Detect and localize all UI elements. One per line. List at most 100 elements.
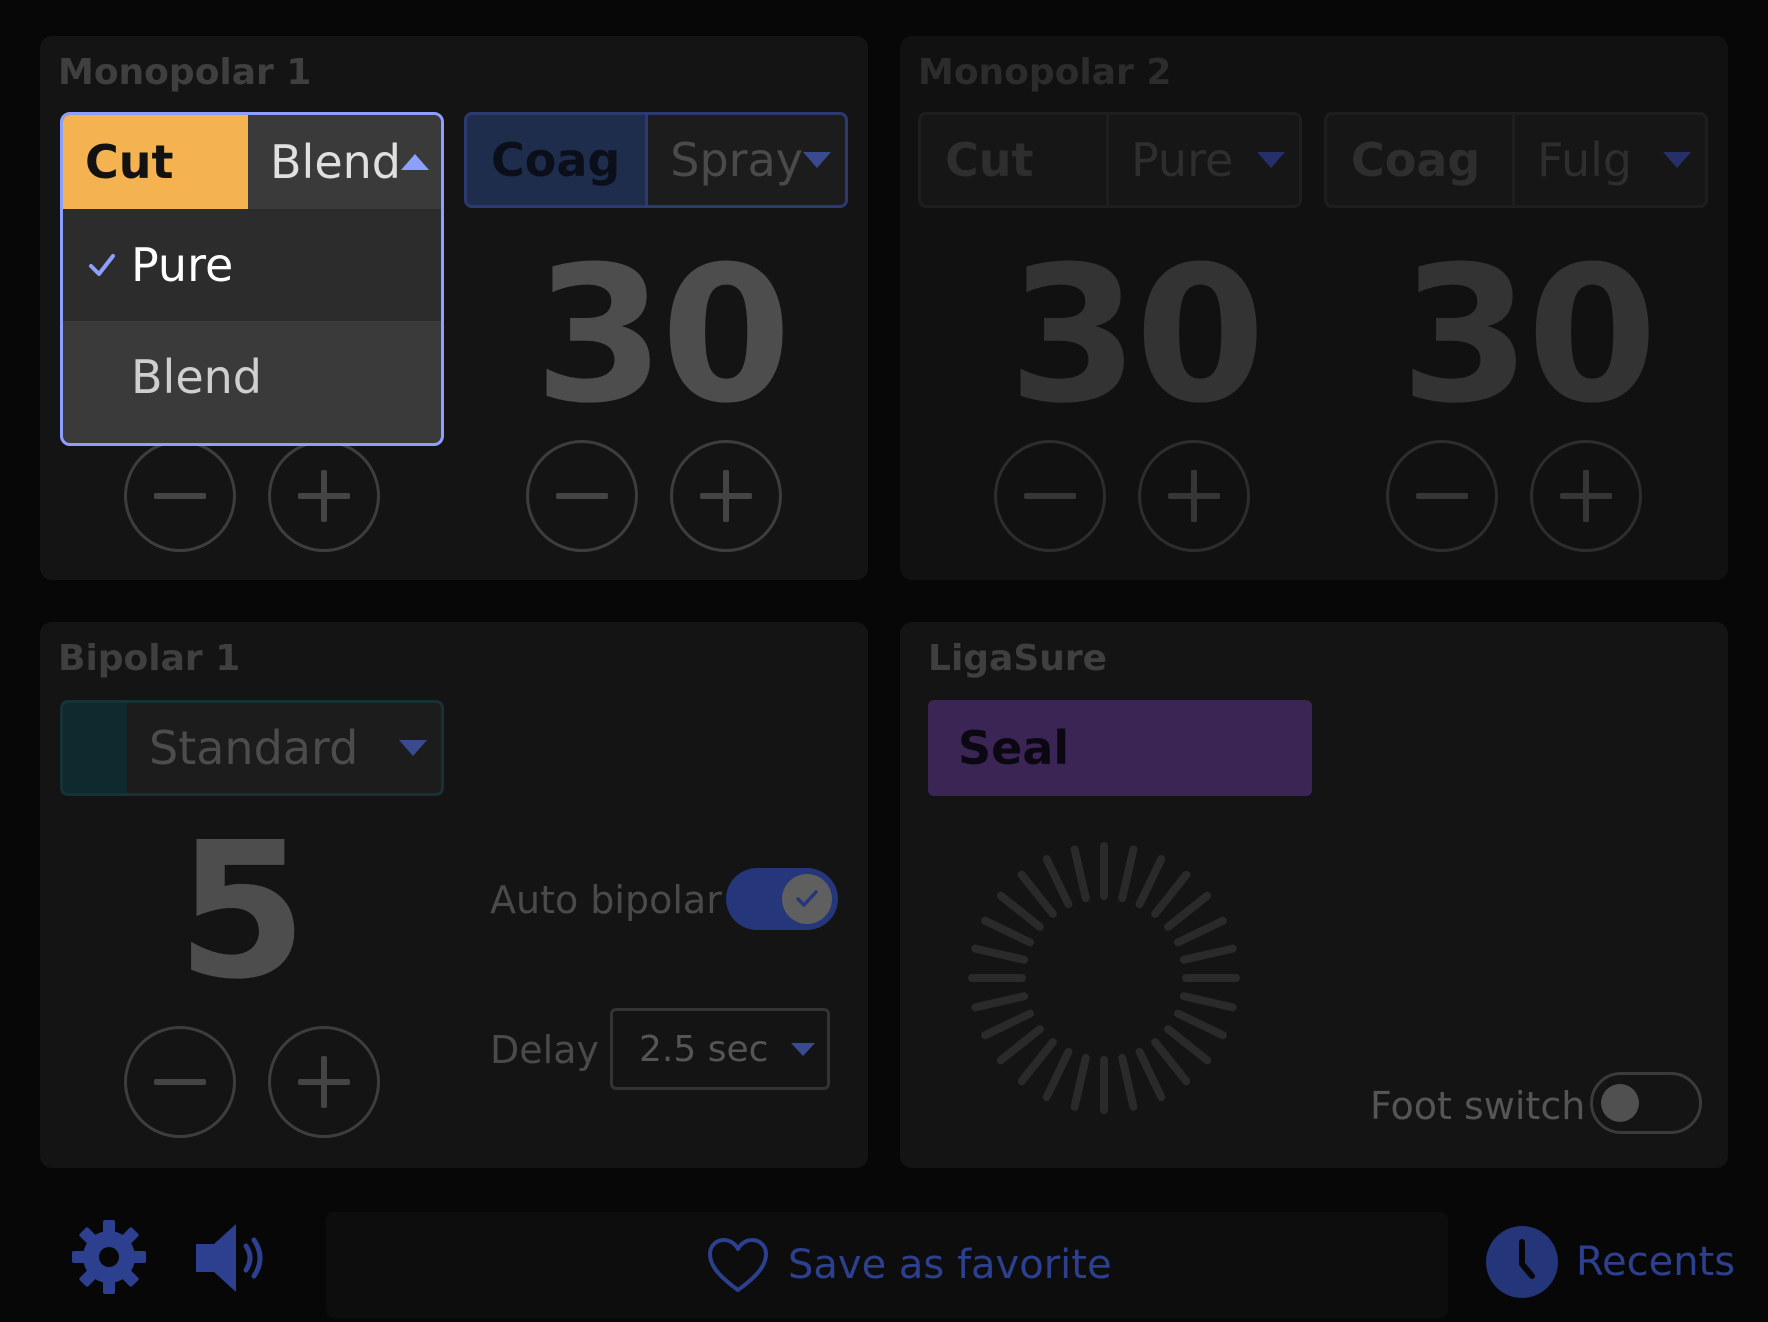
- checkmark-icon: [796, 890, 818, 907]
- spinner-tick: [1135, 855, 1166, 909]
- cut-mode-dropdown[interactable]: Pure: [1106, 115, 1299, 205]
- spinner-tick: [996, 891, 1044, 931]
- recents-label: Recents: [1576, 1239, 1736, 1285]
- spinner-tick: [1164, 1025, 1212, 1065]
- auto-bipolar-toggle[interactable]: [726, 868, 838, 930]
- bipolar-decrease-button[interactable]: [124, 1026, 236, 1138]
- chevron-down-icon: [1257, 152, 1285, 168]
- spinner-tick: [1017, 870, 1057, 918]
- spinner-tick: [1042, 855, 1073, 909]
- coag-power-value: 30: [1400, 226, 1658, 445]
- foot-switch-label: Foot switch: [1370, 1084, 1586, 1128]
- spinner-tick: [1070, 845, 1090, 903]
- cut-decrease-button[interactable]: [994, 440, 1106, 552]
- chevron-down-icon: [1663, 152, 1691, 168]
- cut-mode-value: Pure: [1131, 133, 1234, 187]
- coag-decrease-button[interactable]: [1386, 440, 1498, 552]
- spinner-tick: [1151, 870, 1191, 918]
- seal-mode-button[interactable]: Seal: [928, 700, 1312, 796]
- coag-mode-value: Fulg: [1537, 133, 1633, 187]
- loading-spinner-icon: [968, 842, 1240, 1114]
- delay-value: 2.5 sec: [639, 1028, 769, 1070]
- coag-label: Coag: [491, 133, 621, 187]
- favorite-label: Save as favorite: [788, 1242, 1112, 1288]
- bipolar-mode-dropdown[interactable]: Standard: [127, 703, 441, 793]
- panel-title: Monopolar 1: [58, 52, 312, 93]
- spinner-tick: [1042, 1047, 1073, 1101]
- spinner-tick: [1135, 1047, 1166, 1101]
- panel-title: LigaSure: [928, 638, 1108, 679]
- coag-mode-selector[interactable]: Coag Fulg: [1324, 112, 1708, 208]
- cut-mode-selector[interactable]: Cut Pure: [918, 112, 1302, 208]
- cut-mode-value: Blend: [270, 135, 401, 189]
- coag-mode-dropdown[interactable]: Fulg: [1512, 115, 1705, 205]
- generator-screen: Monopolar 1 Coag Spray 30 Cut Blend Pure…: [0, 0, 1768, 1322]
- delay-dropdown[interactable]: 2.5 sec: [610, 1008, 830, 1090]
- dropdown-option-pure[interactable]: Pure: [63, 209, 441, 321]
- spinner-tick: [1070, 1053, 1090, 1111]
- monopolar-2-panel: Monopolar 2 Cut Pure Coag Fulg 30 30: [900, 36, 1728, 580]
- minus-icon: [1024, 493, 1076, 499]
- spinner-tick: [1017, 1038, 1057, 1086]
- bipolar-accent: [63, 703, 127, 793]
- bipolar-mode-value: Standard: [149, 721, 359, 775]
- ligasure-panel: LigaSure Seal Foot switch: [900, 622, 1728, 1168]
- spinner-tick: [1173, 1009, 1227, 1040]
- spinner-tick: [1118, 1053, 1138, 1111]
- coag-decrease-button[interactable]: [526, 440, 638, 552]
- minus-icon: [556, 493, 608, 499]
- chevron-down-icon: [803, 152, 831, 168]
- minus-icon: [154, 1079, 206, 1085]
- option-label: Blend: [131, 350, 262, 404]
- panel-title: Monopolar 2: [918, 52, 1172, 93]
- spinner-tick: [1179, 944, 1237, 964]
- bipolar-increase-button[interactable]: [268, 1026, 380, 1138]
- chevron-up-icon: [401, 154, 429, 170]
- coag-mode-selector[interactable]: Coag Spray: [464, 112, 848, 208]
- save-as-favorite-button[interactable]: Save as favorite: [706, 1236, 1112, 1294]
- spinner-tick: [996, 1025, 1044, 1065]
- delay-label: Delay: [490, 1028, 599, 1072]
- spinner-tick: [1173, 916, 1227, 947]
- cut-mode-dropdown-open[interactable]: Cut Blend Pure Blend: [60, 112, 444, 446]
- bipolar-power-value: 5: [176, 802, 308, 1021]
- cut-increase-button[interactable]: [268, 440, 380, 552]
- cut-mode-selected[interactable]: Blend: [248, 115, 441, 209]
- spinner-tick: [971, 944, 1029, 964]
- spinner-tick: [1118, 845, 1138, 903]
- chevron-down-icon: [791, 1042, 815, 1056]
- gear-icon[interactable]: [68, 1216, 150, 1298]
- bipolar-mode-selector[interactable]: Standard: [60, 700, 444, 796]
- panel-title: Bipolar 1: [58, 638, 241, 679]
- dropdown-option-blend[interactable]: Blend: [63, 321, 441, 433]
- clock-icon: [1486, 1226, 1558, 1298]
- chevron-down-icon: [399, 740, 427, 756]
- minus-icon: [154, 493, 206, 499]
- speaker-icon[interactable]: [192, 1218, 272, 1298]
- cut-decrease-button[interactable]: [124, 440, 236, 552]
- recents-button[interactable]: Recents: [1486, 1226, 1735, 1298]
- option-label: Pure: [131, 238, 234, 292]
- coag-mode-value: Spray: [670, 133, 803, 187]
- spinner-tick: [1179, 992, 1237, 1012]
- spinner-tick: [981, 1009, 1035, 1040]
- cut-power-value: 30: [1008, 226, 1266, 445]
- bipolar-1-panel: Bipolar 1 Standard 5 Auto bipolar Delay: [40, 622, 868, 1168]
- spinner-tick: [971, 992, 1029, 1012]
- seal-label: Seal: [958, 721, 1070, 775]
- checkmark-icon: [89, 254, 115, 276]
- minus-icon: [1416, 493, 1468, 499]
- spinner-tick: [981, 916, 1035, 947]
- coag-label: Coag: [1351, 133, 1481, 187]
- cut-label: Cut: [945, 133, 1034, 187]
- cut-label: Cut: [63, 115, 248, 209]
- foot-switch-toggle[interactable]: [1590, 1072, 1702, 1134]
- spinner-tick: [1151, 1038, 1191, 1086]
- cut-increase-button[interactable]: [1138, 440, 1250, 552]
- heart-icon: [708, 1238, 768, 1292]
- coag-mode-dropdown[interactable]: Spray: [645, 115, 845, 205]
- coag-increase-button[interactable]: [1530, 440, 1642, 552]
- coag-power-value: 30: [534, 226, 792, 445]
- coag-increase-button[interactable]: [670, 440, 782, 552]
- auto-bipolar-label: Auto bipolar: [490, 878, 722, 922]
